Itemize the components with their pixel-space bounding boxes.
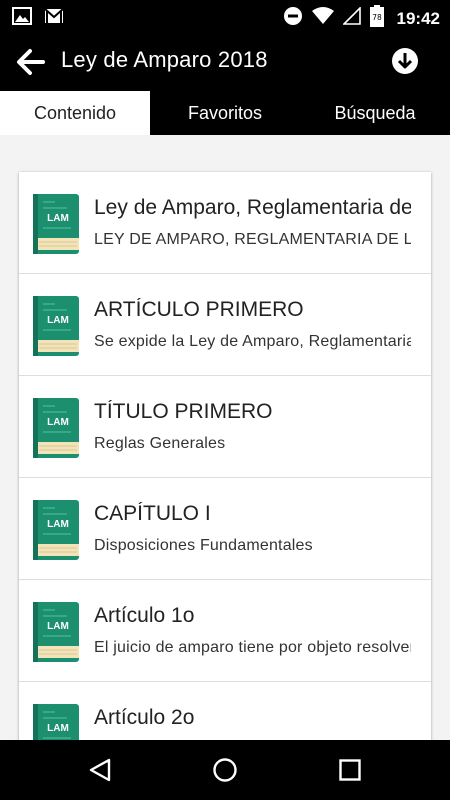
home-circle-icon[interactable] <box>212 757 238 783</box>
book-icon: LAM <box>33 398 79 458</box>
book-icon: LAM <box>33 500 79 560</box>
item-title: CAPÍTULO I <box>94 502 211 525</box>
tab-bar: Contenido Favoritos Búsqueda <box>0 91 450 135</box>
clock: 19:42 <box>396 8 440 28</box>
svg-text:LAM: LAM <box>47 519 69 530</box>
back-triangle-icon[interactable] <box>87 757 113 783</box>
item-title: Artículo 1o <box>94 604 195 627</box>
svg-text:LAM: LAM <box>47 723 69 734</box>
item-title: TÍTULO PRIMERO <box>94 400 273 423</box>
status-bar: 78 19:42 <box>0 0 450 32</box>
item-subtitle: LEY DE AMPARO, REGLAMENTARIA DE LOS ARTÍ… <box>94 231 411 248</box>
svg-text:LAM: LAM <box>47 621 69 632</box>
item-title: Artículo 2o <box>94 706 195 729</box>
tab-busqueda[interactable]: Búsqueda <box>300 91 450 135</box>
item-subtitle: Se expide la Ley de Amparo, Reglamentari… <box>94 333 411 350</box>
system-nav-bar <box>0 740 450 800</box>
content-list: LAM Ley de Amparo, Reglamentaria de los … <box>19 172 431 772</box>
do-not-disturb-icon <box>283 6 303 31</box>
list-item[interactable]: LAM CAPÍTULO I Disposiciones Fundamental… <box>19 478 431 580</box>
item-title: Ley de Amparo, Reglamentaria de los Artí… <box>94 196 411 219</box>
item-subtitle: El juicio de amparo tiene por objeto res… <box>94 639 411 656</box>
book-icon: LAM <box>33 296 79 356</box>
download-circle-icon[interactable] <box>390 46 420 76</box>
wifi-icon <box>311 7 334 30</box>
arrow-back-icon[interactable] <box>16 47 46 77</box>
tab-contenido[interactable]: Contenido <box>0 91 150 135</box>
app-bar: Ley de Amparo 2018 <box>0 32 450 91</box>
list-item[interactable]: LAM Ley de Amparo, Reglamentaria de los … <box>19 172 431 274</box>
item-subtitle: Disposiciones Fundamentales <box>94 537 313 554</box>
svg-text:78: 78 <box>372 13 382 22</box>
svg-text:LAM: LAM <box>47 213 69 224</box>
book-icon: LAM <box>33 194 79 254</box>
image-icon <box>12 7 32 30</box>
item-subtitle: Reglas Generales <box>94 435 226 452</box>
svg-text:LAM: LAM <box>47 417 69 428</box>
battery-icon: 78 <box>369 5 384 32</box>
gmail-icon <box>44 7 64 30</box>
list-item[interactable]: LAM Artículo 1o El juicio de amparo tien… <box>19 580 431 682</box>
item-title: ARTÍCULO PRIMERO <box>94 298 304 321</box>
list-item[interactable]: LAM TÍTULO PRIMERO Reglas Generales <box>19 376 431 478</box>
tab-favoritos[interactable]: Favoritos <box>150 91 300 135</box>
book-icon: LAM <box>33 602 79 662</box>
signal-icon <box>341 6 361 30</box>
svg-text:LAM: LAM <box>47 315 69 326</box>
recents-square-icon[interactable] <box>337 757 363 783</box>
page-title: Ley de Amparo 2018 <box>61 47 268 72</box>
list-item[interactable]: LAM ARTÍCULO PRIMERO Se expide la Ley de… <box>19 274 431 376</box>
